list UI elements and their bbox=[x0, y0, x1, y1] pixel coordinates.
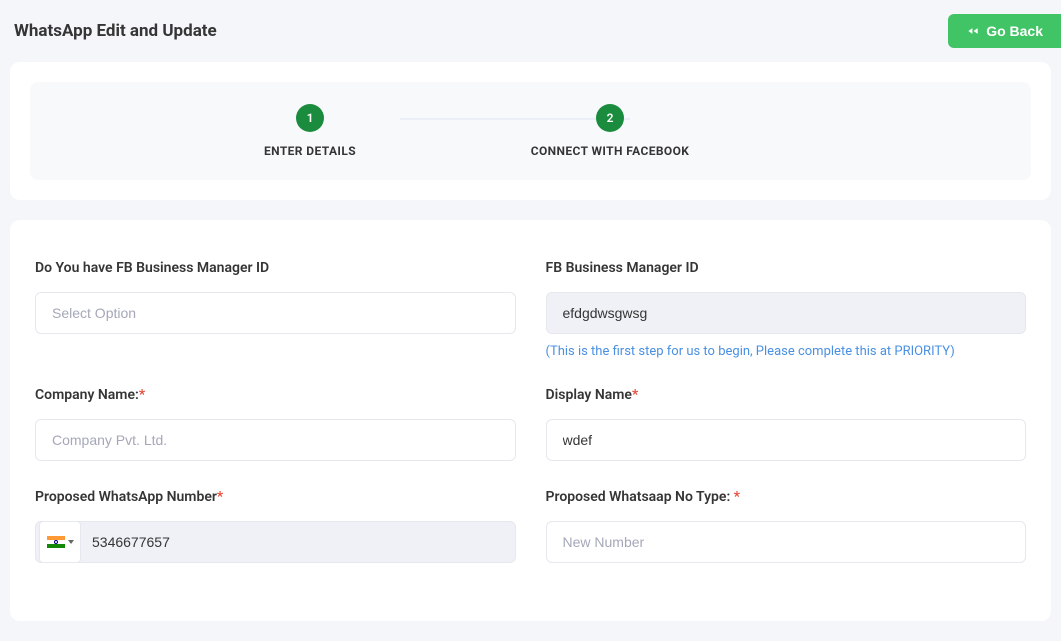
display-name-label-text: Display Name bbox=[546, 387, 632, 403]
fb-manager-id-input[interactable] bbox=[546, 292, 1027, 334]
page-title: WhatsApp Edit and Update bbox=[14, 21, 217, 41]
proposed-whatsapp-label: Proposed WhatsApp Number* bbox=[35, 489, 516, 505]
india-flag-icon bbox=[47, 536, 65, 548]
step-connect-with-facebook[interactable]: 2 CONNECT WITH FACEBOOK bbox=[430, 104, 790, 158]
country-flag-picker[interactable] bbox=[39, 521, 81, 563]
display-name-input[interactable] bbox=[546, 419, 1027, 461]
proposed-whatsapp-label-text: Proposed WhatsApp Number bbox=[35, 489, 217, 505]
stepper-card: 1 ENTER DETAILS 2 CONNECT WITH FACEBOOK bbox=[10, 62, 1051, 200]
proposed-whatsapp-type-label: Proposed Whatsaap No Type: * bbox=[546, 489, 1027, 505]
company-name-label-text: Company Name: bbox=[35, 387, 139, 403]
rewind-icon bbox=[966, 24, 980, 38]
form-card: Do You have FB Business Manager ID Selec… bbox=[10, 220, 1051, 621]
step-number-1: 1 bbox=[296, 104, 324, 132]
stepper: 1 ENTER DETAILS 2 CONNECT WITH FACEBOOK bbox=[30, 82, 1031, 180]
step-number-2: 2 bbox=[596, 104, 624, 132]
proposed-whatsapp-type-input[interactable] bbox=[546, 521, 1027, 563]
required-asterisk: * bbox=[632, 387, 638, 403]
chevron-down-icon bbox=[68, 540, 74, 544]
required-asterisk: * bbox=[139, 387, 145, 403]
company-name-label: Company Name:* bbox=[35, 387, 516, 403]
company-name-input[interactable] bbox=[35, 419, 516, 461]
display-name-label: Display Name* bbox=[546, 387, 1027, 403]
step-label-1: ENTER DETAILS bbox=[264, 144, 356, 158]
step-label-2: CONNECT WITH FACEBOOK bbox=[531, 144, 690, 158]
required-asterisk: * bbox=[217, 489, 223, 505]
fb-manager-question-label: Do You have FB Business Manager ID bbox=[35, 260, 516, 276]
proposed-whatsapp-input[interactable] bbox=[35, 521, 516, 563]
go-back-label: Go Back bbox=[986, 23, 1043, 39]
fb-manager-id-helper: (This is the first step for us to begin,… bbox=[546, 344, 1027, 359]
proposed-whatsapp-type-label-text: Proposed Whatsaap No Type: bbox=[546, 489, 734, 505]
required-asterisk: * bbox=[734, 489, 740, 505]
go-back-button[interactable]: Go Back bbox=[948, 14, 1061, 48]
fb-manager-id-label: FB Business Manager ID bbox=[546, 260, 1027, 276]
fb-manager-question-select[interactable]: Select Option bbox=[35, 292, 516, 334]
